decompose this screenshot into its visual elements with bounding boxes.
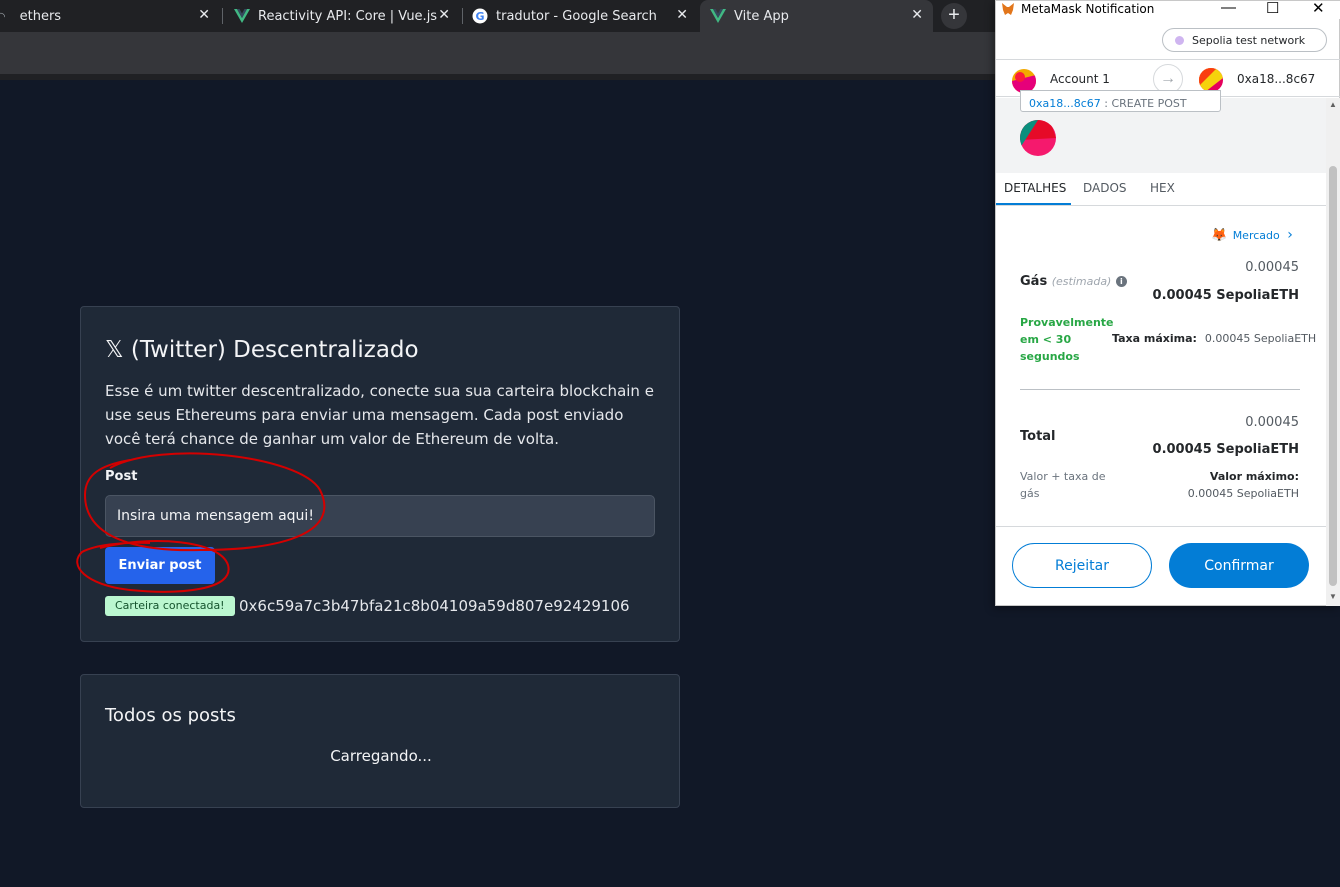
address-bar[interactable] — [0, 32, 1000, 74]
tab-ethers[interactable]: ◠ ethers ✕ — [0, 0, 220, 32]
gas-value-bold: 0.00045 SepoliaETH — [1152, 288, 1299, 303]
action-label: : CREATE POST — [1104, 97, 1187, 110]
tab-title: ethers — [19, 8, 62, 24]
transaction-header: 0xa18...8c67 : CREATE POST — [996, 90, 1326, 173]
metamask-fox-icon — [1002, 3, 1014, 15]
svg-text:G: G — [475, 10, 484, 23]
total-value-small: 0.00045 — [1245, 415, 1299, 430]
page-title: 𝕏 (Twitter) Descentralizado — [105, 337, 419, 363]
tab-vue-reactivity[interactable]: Reactivity API: Core | Vue.js ✕ — [225, 0, 460, 32]
tab-close-icon[interactable]: ✕ — [676, 7, 688, 23]
total-value-bold: 0.00045 SepoliaETH — [1152, 442, 1299, 457]
metamask-titlebar: MetaMask Notification — ☐ ✕ — [996, 0, 1340, 19]
send-post-button[interactable]: Enviar post — [105, 547, 215, 584]
minimize-icon[interactable]: — — [1221, 0, 1236, 16]
vue-logo-icon — [710, 9, 726, 23]
market-link[interactable]: 🦊 Mercado › — [1211, 227, 1293, 243]
chevron-right-icon: › — [1287, 227, 1293, 243]
tab-vite-app[interactable]: Vite App ✕ — [700, 0, 933, 32]
tab-details[interactable]: DETALHES — [1004, 181, 1066, 195]
network-dot-icon — [1175, 35, 1184, 45]
total-sub-label: Valor + taxa de gás — [1020, 470, 1106, 500]
gas-estimated-label: (estimada) — [1051, 275, 1112, 288]
window-title: MetaMask Notification — [1021, 2, 1155, 16]
market-link-label: Mercado — [1232, 229, 1280, 242]
tab-title: tradutor - Google Search — [496, 8, 657, 24]
max-fee-value: 0.00045 SepoliaETH — [1204, 332, 1317, 345]
contract-address[interactable]: 0xa18...8c67 — [1029, 97, 1101, 110]
active-tab-indicator — [996, 203, 1071, 205]
post-label: Post — [105, 469, 138, 484]
tab-close-icon[interactable]: ✕ — [198, 7, 210, 23]
posts-title: Todos os posts — [105, 705, 236, 726]
total-max-label: Valor máximo: — [1209, 470, 1299, 483]
tab-close-icon[interactable]: ✕ — [438, 7, 450, 23]
close-icon[interactable]: ✕ — [1312, 0, 1325, 17]
google-icon: G — [472, 8, 488, 24]
total-max-value: 0.00045 SepoliaETH — [1187, 487, 1299, 500]
info-icon[interactable]: i — [1115, 276, 1127, 287]
scroll-thumb[interactable] — [1329, 166, 1337, 586]
network-name: Sepolia test network — [1192, 33, 1306, 47]
scroll-down-icon[interactable]: ▼ — [1329, 592, 1337, 601]
new-tab-button[interactable]: + — [941, 3, 967, 29]
gas-label-row: Gás (estimada) i — [1020, 274, 1127, 289]
reject-button[interactable]: Rejeitar — [1012, 543, 1152, 588]
details-divider — [1020, 389, 1300, 390]
posts-card: Todos os posts Carregando... — [80, 674, 680, 808]
gas-value-small: 0.00045 — [1245, 260, 1299, 275]
contract-avatar — [1020, 120, 1056, 156]
globe-icon: ◠ — [0, 9, 6, 23]
scroll-up-icon[interactable]: ▲ — [1329, 100, 1337, 109]
fox-icon: 🦊 — [1211, 228, 1228, 243]
scrollbar[interactable]: ▲ ▼ — [1326, 98, 1340, 606]
gas-label: Gás — [1020, 274, 1048, 289]
footer-divider — [996, 526, 1326, 527]
maximize-icon[interactable]: ☐ — [1266, 0, 1279, 17]
tab-title: Vite App — [734, 8, 789, 24]
tab-close-icon[interactable]: ✕ — [911, 7, 923, 23]
post-input[interactable] — [105, 495, 655, 537]
total-label: Total — [1020, 429, 1056, 444]
wallet-connected-badge: Carteira conectada! — [105, 596, 235, 616]
compose-card: 𝕏 (Twitter) Descentralizado Esse é um tw… — [80, 306, 680, 642]
page-description: Esse é um twitter descentralizado, conec… — [105, 382, 654, 448]
tab-data[interactable]: DADOS — [1083, 181, 1127, 195]
tab-separator — [462, 8, 463, 24]
max-fee-row: Taxa máxima: 0.00045 SepoliaETH — [1112, 332, 1316, 345]
from-account-name: Account 1 — [1050, 72, 1110, 86]
tab-google-search[interactable]: G tradutor - Google Search ✕ — [465, 0, 698, 32]
total-max: Valor máximo: 0.00045 SepoliaETH — [1188, 468, 1299, 502]
toolbar-divider — [0, 74, 1000, 80]
vue-logo-icon — [234, 9, 250, 23]
wallet-address: 0x6c59a7c3b47bfa21c8b04109a59d807e924291… — [239, 597, 630, 615]
tab-hex[interactable]: HEX — [1150, 181, 1175, 195]
metamask-window: MetaMask Notification — ☐ ✕ Sepolia test… — [995, 0, 1340, 606]
posts-loading-text: Carregando... — [330, 747, 432, 765]
gas-speed-estimate: Provavelmente em < 30 segundos — [1020, 316, 1114, 363]
max-fee-label: Taxa máxima: — [1112, 332, 1197, 345]
network-selector[interactable]: Sepolia test network — [1162, 28, 1327, 52]
tab-separator — [222, 8, 223, 24]
confirm-button[interactable]: Confirmar — [1169, 543, 1309, 588]
tab-title: Reactivity API: Core | Vue.js — [258, 8, 438, 24]
to-account-avatar — [1199, 68, 1223, 92]
to-address[interactable]: 0xa18...8c67 — [1237, 72, 1315, 86]
create-post-tag: 0xa18...8c67 : CREATE POST — [1020, 90, 1221, 112]
transaction-tabs: DETALHES DADOS HEX — [996, 173, 1326, 206]
